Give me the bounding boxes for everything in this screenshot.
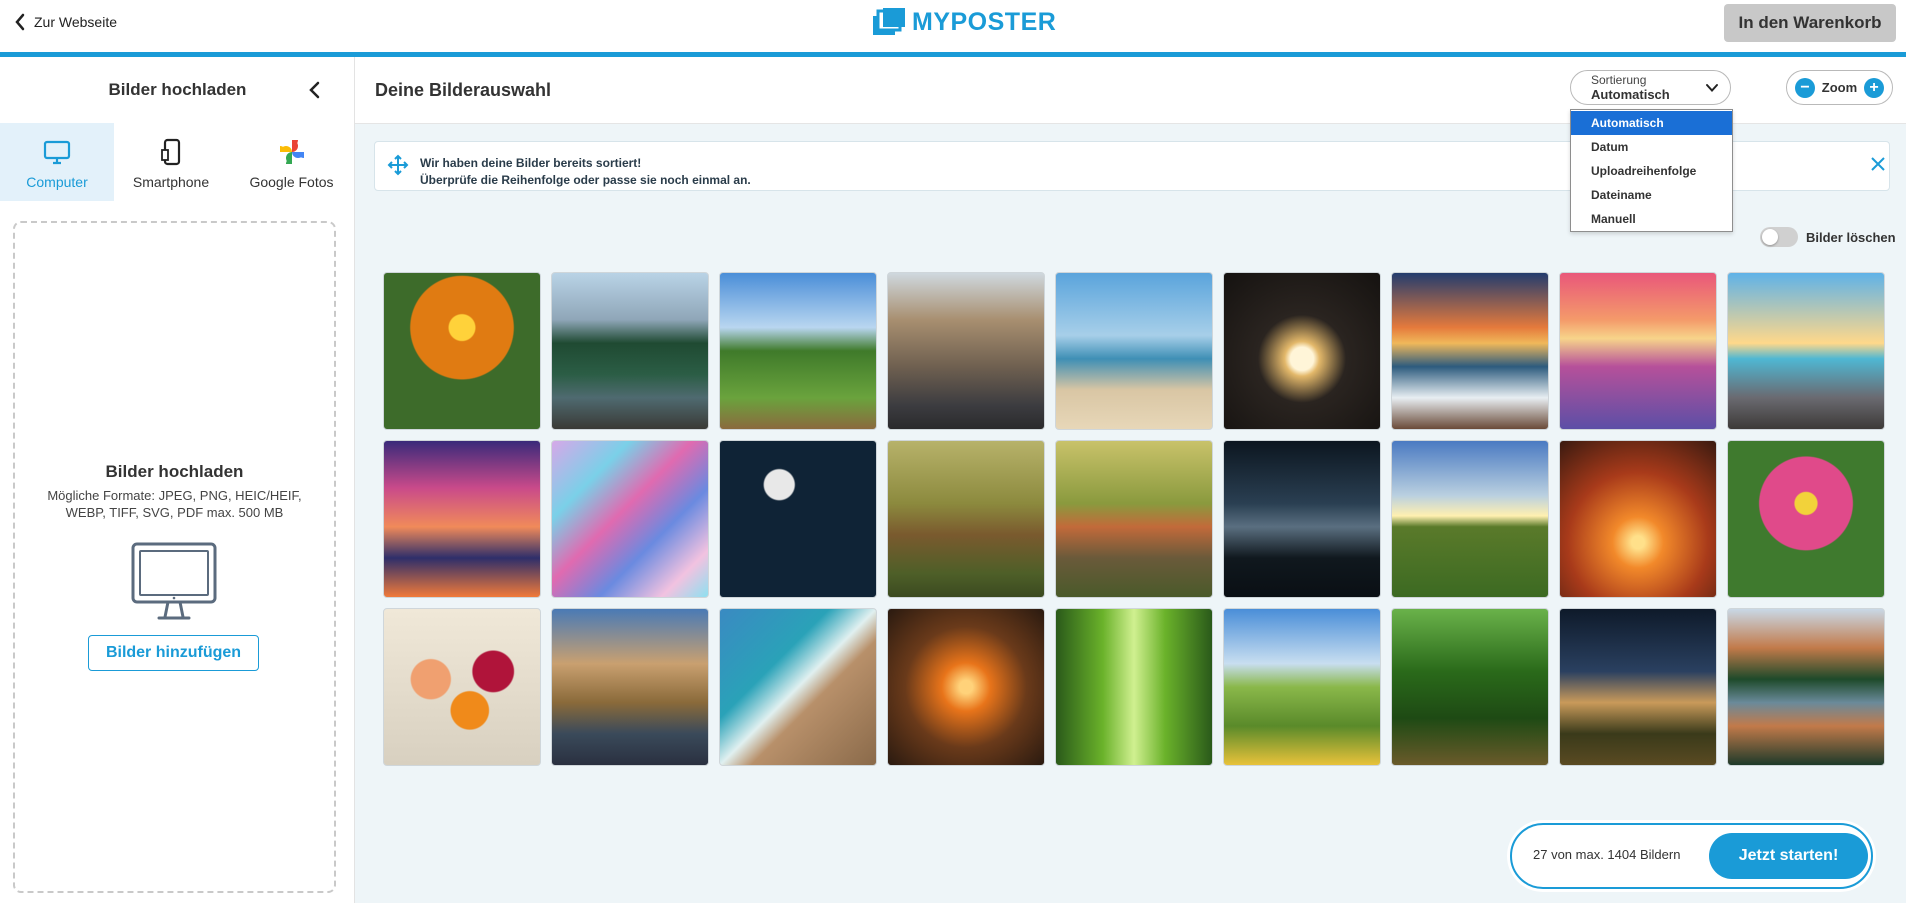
sort-option[interactable]: Dateiname [1571, 183, 1732, 207]
toggle-knob [1762, 229, 1778, 245]
image-count-text: 27 von max. 1404 Bildern [1533, 847, 1681, 862]
top-header: Zur Webseite MYPOSTER In den Warenkorb [0, 0, 1906, 52]
sea-sunset-photo[interactable] [887, 608, 1045, 766]
sort-option[interactable]: Manuell [1571, 207, 1732, 231]
sort-option[interactable]: Automatisch [1571, 111, 1732, 135]
pink-flower-photo[interactable] [1727, 440, 1885, 598]
toggle-switch[interactable] [1760, 227, 1798, 247]
city-street-church-photo[interactable] [887, 272, 1045, 430]
image-grid [383, 272, 1885, 766]
orange-gerbera-photo[interactable] [383, 272, 541, 430]
mountain-lake-forest-photo[interactable] [551, 272, 709, 430]
collapse-sidebar-icon[interactable] [304, 79, 326, 101]
rocky-coast-photo[interactable] [719, 608, 877, 766]
iridescent-abstract-photo[interactable] [551, 440, 709, 598]
moon-night-sky-photo[interactable] [719, 440, 877, 598]
delete-images-toggle[interactable]: Bilder löschen [1760, 227, 1896, 247]
upload-dropzone[interactable]: Bilder hochladen Mögliche Formate: JPEG,… [13, 221, 336, 893]
sort-select[interactable]: Sortierung Automatisch [1570, 70, 1731, 105]
tab-google-photos[interactable]: Google Fotos [228, 123, 355, 201]
zoom-control: − Zoom + [1786, 70, 1893, 105]
pink-sunset-sea-photo[interactable] [1559, 272, 1717, 430]
logo-icon [873, 8, 905, 35]
fox-badger-rabbits-photo[interactable] [887, 440, 1045, 598]
flower-meadow-photo[interactable] [1223, 608, 1381, 766]
monitor-icon [43, 140, 71, 165]
milky-way-field-photo[interactable] [1559, 608, 1717, 766]
tab-google-photos-label: Google Fotos [249, 174, 334, 190]
delete-toggle-label: Bilder löschen [1806, 229, 1896, 245]
mountain-lake-reflection-photo[interactable] [1727, 608, 1885, 766]
orange-sunset-sea-photo[interactable] [1559, 440, 1717, 598]
sandy-beach-photo[interactable] [1055, 272, 1213, 430]
supported-formats-text: Mögliche Formate: JPEG, PNG, HEIC/HEIF, … [40, 487, 309, 521]
tab-smartphone[interactable]: Smartphone [114, 123, 228, 201]
tab-computer[interactable]: Computer [0, 123, 114, 201]
formats-line-1: Mögliche Formate: JPEG, PNG, HEIC/HEIF, [47, 488, 302, 503]
upload-source-tabs: Computer Smartphone Google Fotos [0, 123, 355, 201]
zoom-label: Zoom [1821, 80, 1858, 95]
move-arrows-icon [387, 154, 409, 176]
castle-bridge-photo[interactable] [551, 608, 709, 766]
sort-dropdown-menu: Automatisch Datum Uploadreihenfolge Dateina… [1570, 109, 1733, 232]
sunrise-field-photo[interactable] [1391, 440, 1549, 598]
add-to-cart-button[interactable]: In den Warenkorb [1724, 4, 1896, 42]
myposter-logo[interactable]: MYPOSTER [872, 6, 1056, 38]
forest-path-photo[interactable] [1391, 608, 1549, 766]
google-photos-icon [279, 140, 304, 164]
back-link-label: Zur Webseite [34, 14, 117, 30]
sort-option[interactable]: Uploadreihenfolge [1571, 159, 1732, 183]
zoom-out-button[interactable]: − [1795, 77, 1815, 98]
info-line-2: Überprüfe die Reihenfolge oder passe sie… [420, 173, 751, 187]
close-icon[interactable] [1869, 155, 1887, 173]
smartphone-icon [161, 138, 181, 166]
info-line-1: Wir haben deine Bilder bereits sortiert! [420, 156, 642, 170]
milky-way-lake-photo[interactable] [1223, 440, 1381, 598]
purple-sky-lake-photo[interactable] [383, 440, 541, 598]
tab-smartphone-label: Smartphone [132, 174, 210, 190]
tab-computer-label: Computer [26, 174, 88, 190]
upload-sidebar: Bilder hochladen Computer Smartphone Goo… [0, 57, 355, 903]
wooden-pier-photo[interactable] [1727, 272, 1885, 430]
sidebar-title: Bilder hochladen [108, 80, 247, 99]
chevron-down-icon [1706, 84, 1718, 92]
bottom-action-bar: 27 von max. 1404 Bildern Jetzt starten! [1510, 823, 1873, 889]
bamboo-forest-path-photo[interactable] [1055, 608, 1213, 766]
heart-hands-sunset-photo[interactable] [1223, 272, 1381, 430]
back-to-website-link[interactable]: Zur Webseite [14, 11, 117, 33]
logo-text: MYPOSTER [912, 7, 1057, 36]
meadow-path-photo[interactable] [719, 272, 877, 430]
info-message: Wir haben deine Bilder bereits sortiert!… [420, 155, 751, 189]
add-images-button[interactable]: Bilder hinzufügen [88, 635, 259, 671]
zoom-in-button[interactable]: + [1863, 77, 1884, 98]
flower-bouquet-photo[interactable] [383, 608, 541, 766]
computer-monitor-icon [131, 542, 217, 620]
formats-line-2: WEBP, TIFF, SVG, PDF max. 500 MB [65, 505, 284, 520]
chevron-left-icon [15, 13, 25, 31]
birds-on-branch-photo[interactable] [1055, 440, 1213, 598]
sunset-waves-photo[interactable] [1391, 272, 1549, 430]
dropzone-title: Bilder hochladen [105, 462, 244, 481]
start-button[interactable]: Jetzt starten! [1709, 833, 1868, 879]
page-title: Deine Bilderauswahl [375, 80, 552, 100]
sort-option[interactable]: Datum [1571, 135, 1732, 159]
